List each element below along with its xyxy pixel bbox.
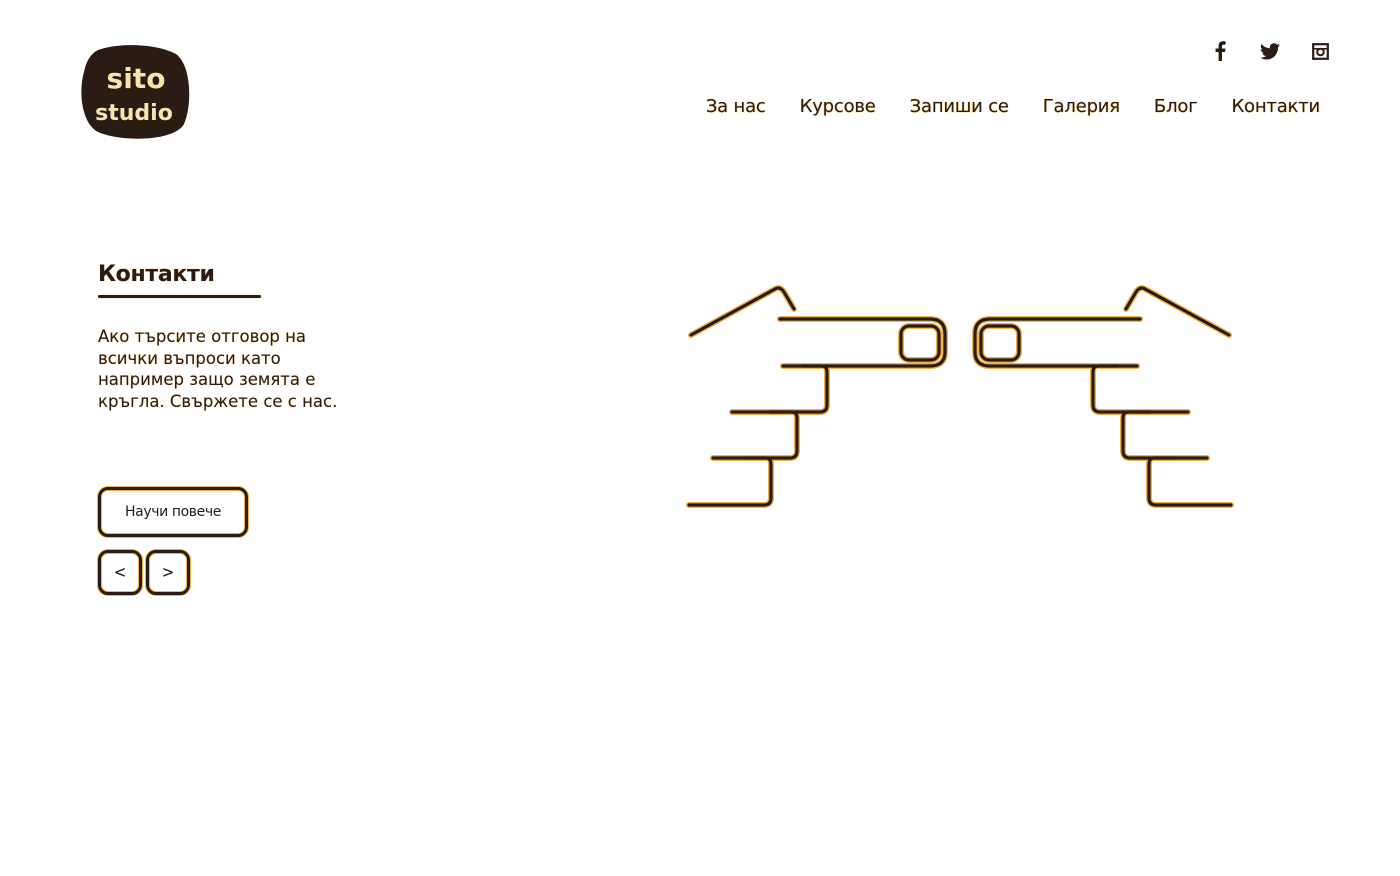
- twitter-icon[interactable]: [1260, 40, 1280, 62]
- instagram-icon[interactable]: [1310, 40, 1330, 62]
- nav-item-courses[interactable]: Курсове: [800, 96, 876, 117]
- slider-controls: < >: [98, 550, 190, 595]
- main-nav: За нас Курсове Запиши се Галерия Блог Ко…: [706, 96, 1320, 117]
- prev-button[interactable]: <: [98, 550, 142, 595]
- nav-item-gallery[interactable]: Галерия: [1043, 96, 1120, 117]
- logo-text-sito: sito: [107, 62, 166, 95]
- page-title: Контакти: [98, 262, 215, 287]
- next-button[interactable]: >: [146, 550, 190, 595]
- learn-more-button[interactable]: Научи повече: [98, 487, 248, 537]
- facebook-icon[interactable]: [1210, 40, 1230, 62]
- social-links: [1210, 40, 1330, 62]
- title-underline: [98, 295, 261, 298]
- logo-text-studio: studio: [95, 101, 173, 126]
- nav-item-contacts[interactable]: Контакти: [1231, 96, 1320, 117]
- logo[interactable]: sito studio: [80, 44, 191, 140]
- nav-item-blog[interactable]: Блог: [1154, 96, 1198, 117]
- contact-section: Контакти Ако търсите отговор на всички в…: [98, 262, 358, 412]
- hands-illustration: [680, 280, 1240, 520]
- nav-item-about[interactable]: За нас: [706, 96, 766, 117]
- nav-item-signup[interactable]: Запиши се: [910, 96, 1009, 117]
- page-description: Ако търсите отговор на всички въпроси ка…: [98, 327, 338, 411]
